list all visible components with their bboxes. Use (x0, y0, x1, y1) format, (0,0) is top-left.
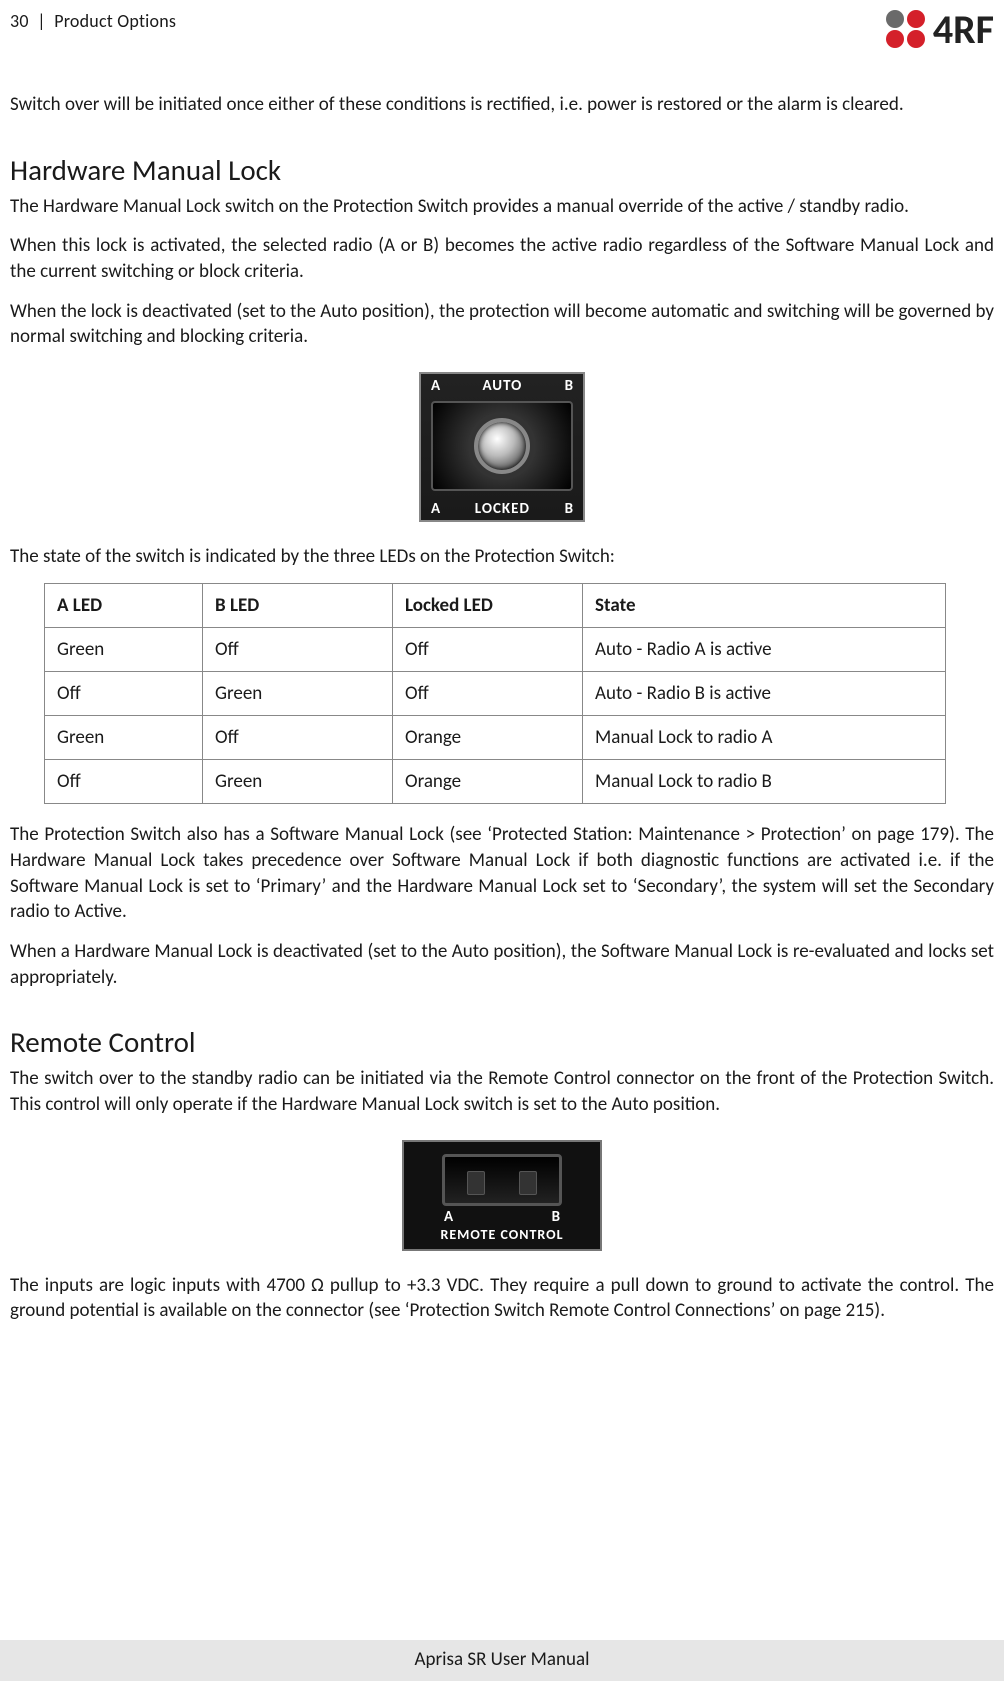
cell: Off (393, 672, 583, 716)
hml-heading: Hardware Manual Lock (10, 152, 994, 188)
leds-intro: The state of the switch is indicated by … (10, 544, 994, 570)
cell: Off (45, 760, 203, 804)
switch-label-a2: A (431, 500, 440, 518)
brand-text: 4RF (933, 8, 994, 50)
cell: Manual Lock to radio B (583, 760, 946, 804)
switch-figure: A AUTO B A LOCKED B (10, 372, 994, 522)
switch-knob-icon (474, 418, 530, 474)
hml-p1: The Hardware Manual Lock switch on the P… (10, 194, 994, 220)
switch-label-locked: LOCKED (475, 500, 530, 518)
rc-p2: The inputs are logic inputs with 4700 Ω … (10, 1273, 994, 1324)
page-number: 30 (10, 10, 29, 32)
cell: Off (393, 628, 583, 672)
switch-lower-labels: A LOCKED B (421, 497, 583, 520)
brand-logo: 4RF (883, 8, 994, 50)
th-locked-led: Locked LED (393, 584, 583, 628)
cell: Off (45, 672, 203, 716)
switch-knob-area (431, 401, 573, 491)
switch-label-b2: B (565, 500, 573, 518)
switch-label-auto: AUTO (482, 377, 522, 395)
logo-icon (883, 8, 929, 50)
table-header-row: A LED B LED Locked LED State (45, 584, 946, 628)
table-row: Green Off Off Auto - Radio A is active (45, 628, 946, 672)
th-state: State (583, 584, 946, 628)
cell: Orange (393, 760, 583, 804)
footer-text: Aprisa SR User Manual (415, 1648, 590, 1671)
table-row: Green Off Orange Manual Lock to radio A (45, 716, 946, 760)
cell: Off (203, 628, 393, 672)
rc-ab-labels: A B (404, 1208, 600, 1226)
switch-label-b: B (565, 377, 573, 395)
rc-heading: Remote Control (10, 1024, 994, 1060)
table-row: Off Green Orange Manual Lock to radio B (45, 760, 946, 804)
rc-label-b: B (552, 1208, 560, 1226)
rc-title-label: REMOTE CONTROL (404, 1226, 600, 1249)
rc-port-icon (442, 1154, 562, 1206)
cell: Orange (393, 716, 583, 760)
cell: Auto - Radio A is active (583, 628, 946, 672)
rc-p1: The switch over to the standby radio can… (10, 1066, 994, 1117)
cell: Auto - Radio B is active (583, 672, 946, 716)
cell: Manual Lock to radio A (583, 716, 946, 760)
switch-upper-labels: A AUTO B (421, 374, 583, 397)
switch-diagram: A AUTO B A LOCKED B (419, 372, 585, 522)
switch-label-a: A (431, 377, 440, 395)
remote-control-diagram: A B REMOTE CONTROL (402, 1140, 602, 1251)
table-row: Off Green Off Auto - Radio B is active (45, 672, 946, 716)
rc-label-a: A (444, 1208, 453, 1226)
hml-p3: When the lock is deactivated (set to the… (10, 299, 994, 350)
rc-figure: A B REMOTE CONTROL (10, 1140, 994, 1251)
th-a-led: A LED (45, 584, 203, 628)
led-state-table: A LED B LED Locked LED State Green Off O… (44, 583, 946, 804)
cell: Green (203, 672, 393, 716)
section-name: Product Options (54, 10, 176, 32)
header-left: 30 | Product Options (10, 8, 176, 32)
cell: Green (45, 716, 203, 760)
cell: Green (203, 760, 393, 804)
hml-p5: When a Hardware Manual Lock is deactivat… (10, 939, 994, 990)
page-footer: Aprisa SR User Manual (0, 1640, 1004, 1681)
hml-p2: When this lock is activated, the selecte… (10, 233, 994, 284)
th-b-led: B LED (203, 584, 393, 628)
page: 30 | Product Options 4RF Switch over wil… (0, 0, 1004, 1610)
separator: | (33, 10, 50, 32)
intro-paragraph: Switch over will be initiated once eithe… (10, 92, 994, 118)
cell: Green (45, 628, 203, 672)
hml-p4: The Protection Switch also has a Softwar… (10, 822, 994, 925)
cell: Off (203, 716, 393, 760)
page-header: 30 | Product Options 4RF (10, 8, 994, 56)
